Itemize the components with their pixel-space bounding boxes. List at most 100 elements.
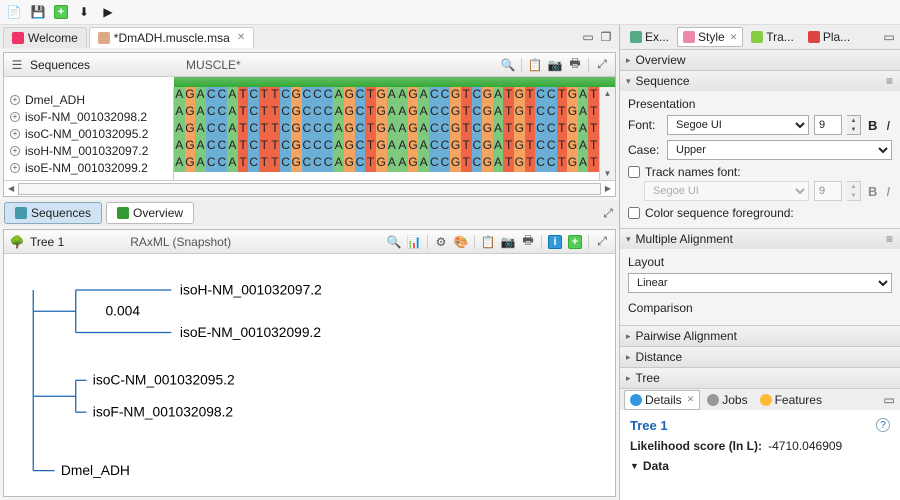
details-tabs: Details✕ Jobs Features ▭ — [620, 388, 900, 410]
track-names-label: Track names font: — [645, 165, 741, 179]
tab-sequences-view[interactable]: Sequences — [4, 202, 102, 224]
expand-icon[interactable]: + — [10, 112, 20, 122]
tab-style[interactable]: Style✕ — [677, 27, 743, 47]
chevron-down-icon: ▼ — [630, 461, 639, 471]
pane-title: Sequences — [30, 58, 90, 72]
sequence-names: +Dmel_ADH +isoF-NM_001032098.2 +isoC-NM_… — [4, 87, 174, 180]
expand-icon[interactable]: + — [10, 95, 20, 105]
zoom-icon[interactable]: 🔍 — [501, 58, 515, 72]
tree-canvas[interactable]: 0.004 isoH-NM_001032097.2 isoE-NM_001032… — [4, 254, 615, 496]
camera-icon[interactable]: 📷 — [501, 235, 515, 249]
bold-button[interactable]: B — [866, 118, 879, 133]
sequence-name-row[interactable]: +isoH-NM_001032097.2 — [4, 142, 173, 159]
font-label: Font: — [628, 118, 662, 132]
sequences-icon: ☰ — [10, 58, 24, 72]
top-toolbar: 📄 💾 + ⬇ ▶ — [0, 0, 900, 25]
font-size-input[interactable] — [814, 115, 842, 135]
tab-overview-view[interactable]: Overview — [106, 202, 194, 224]
font-select[interactable]: Segoe UI — [667, 115, 809, 135]
font-size-spinner[interactable]: ▲▼ — [847, 115, 861, 135]
score-label: Likelihood score (ln L): — [630, 439, 762, 453]
italic-button[interactable]: I — [884, 118, 892, 133]
tree-tip-label: isoF-NM_001032098.2 — [93, 403, 233, 419]
color-foreground-label: Color sequence foreground: — [645, 206, 794, 220]
expand-icon[interactable]: + — [10, 146, 20, 156]
horizontal-scrollbar[interactable]: ◀▶ — [4, 180, 615, 196]
expand-icon[interactable]: ⤢ — [601, 206, 615, 220]
export-icon[interactable]: 📋 — [528, 58, 542, 72]
minimize-icon[interactable]: ▭ — [882, 393, 896, 407]
tab-details[interactable]: Details✕ — [624, 390, 700, 410]
case-label: Case: — [628, 143, 662, 157]
chart-icon[interactable]: 📊 — [407, 235, 421, 249]
section-overview[interactable]: ▸Overview — [620, 50, 900, 70]
layout-select[interactable]: Linear — [628, 273, 892, 293]
layout-label: Layout — [628, 255, 892, 269]
tab-places[interactable]: Pla... — [802, 27, 856, 47]
section-pairwise[interactable]: ▸Pairwise Alignment — [620, 326, 900, 346]
sequence-alignment-view[interactable]: AGACCATCTTCGCCCAGCTGAAGACCGTCGATGTCCTGAT… — [174, 87, 599, 180]
zoom-icon[interactable]: 🔍 — [387, 235, 401, 249]
expand-icon[interactable]: + — [10, 163, 20, 173]
tab-file[interactable]: *DmADH.muscle.msa✕ — [89, 27, 254, 48]
case-select[interactable]: Upper — [667, 140, 892, 160]
minimize-icon[interactable]: ▭ — [882, 30, 896, 44]
tree-pane: 🌳 Tree 1 RAxML (Snapshot) 🔍 📊 ⚙ 🎨 📋 📷 🖶 — [3, 229, 616, 497]
section-menu-icon[interactable]: ≡ — [886, 74, 894, 88]
add-icon[interactable]: + — [54, 5, 68, 19]
close-icon[interactable]: ✕ — [687, 394, 695, 405]
tab-jobs[interactable]: Jobs — [702, 391, 752, 409]
view-tabs: Sequences Overview ⤢ — [0, 200, 619, 226]
tool-icon[interactable]: ▶ — [100, 4, 116, 20]
tab-welcome[interactable]: Welcome — [3, 27, 87, 48]
score-value: -4710.046909 — [768, 439, 842, 453]
track-names-checkbox[interactable] — [628, 166, 640, 178]
data-section-header[interactable]: ▼Data — [630, 459, 890, 473]
tab-explorer[interactable]: Ex... — [624, 27, 675, 47]
sequence-name-row[interactable]: +isoF-NM_001032098.2 — [4, 108, 173, 125]
export-icon[interactable]: 📋 — [481, 235, 495, 249]
italic-button[interactable]: I — [884, 184, 892, 199]
sequence-name-row[interactable]: +Dmel_ADH — [4, 91, 173, 108]
color-foreground-checkbox[interactable] — [628, 207, 640, 219]
tool-icon[interactable]: 📄 — [6, 4, 22, 20]
minimize-icon[interactable]: ▭ — [581, 30, 595, 44]
gear-icon[interactable]: ⚙ — [434, 235, 448, 249]
section-tree[interactable]: ▸Tree — [620, 368, 900, 388]
tree-tip-label: isoE-NM_001032099.2 — [180, 324, 321, 340]
track-font-size — [814, 181, 842, 201]
comparison-label: Comparison — [628, 301, 892, 315]
overview-bar[interactable] — [174, 77, 615, 87]
expand-icon[interactable]: + — [10, 129, 20, 139]
expand-icon[interactable]: ⤢ — [595, 235, 609, 249]
chevron-right-icon: ▸ — [626, 331, 631, 342]
section-multiple-alignment[interactable]: ▾Multiple Alignment≡ — [620, 229, 900, 249]
add-icon[interactable]: + — [568, 235, 582, 249]
help-icon[interactable]: ? — [876, 418, 890, 432]
print-icon[interactable]: 🖶 — [568, 58, 582, 72]
vertical-scrollbar[interactable]: ▲▼ — [599, 87, 615, 180]
camera-icon[interactable]: 📷 — [548, 58, 562, 72]
sequence-name-row[interactable]: +isoC-NM_001032095.2 — [4, 125, 173, 142]
maximize-icon[interactable]: ❐ — [599, 30, 613, 44]
print-icon[interactable]: 🖶 — [521, 235, 535, 249]
chevron-down-icon: ▾ — [626, 234, 631, 245]
info-icon[interactable]: i — [548, 235, 562, 249]
tool-icon[interactable]: ⬇ — [76, 4, 92, 20]
section-sequence[interactable]: ▾Sequence≡ — [620, 71, 900, 91]
chevron-right-icon: ▸ — [626, 55, 631, 66]
palette-icon[interactable]: 🎨 — [454, 235, 468, 249]
tool-icon[interactable]: 💾 — [30, 4, 46, 20]
expand-icon[interactable]: ⤢ — [595, 58, 609, 72]
tree-tip-label: Dmel_ADH — [61, 462, 130, 478]
pane-title: Tree 1 — [30, 235, 64, 249]
right-panel-tabs: Ex... Style✕ Tra... Pla... ▭ — [620, 25, 900, 49]
close-icon[interactable]: ✕ — [730, 32, 738, 43]
bold-button[interactable]: B — [866, 184, 879, 199]
tab-tracks[interactable]: Tra... — [745, 27, 800, 47]
sequence-name-row[interactable]: +isoE-NM_001032099.2 — [4, 159, 173, 176]
tab-features[interactable]: Features — [755, 391, 827, 409]
section-menu-icon[interactable]: ≡ — [886, 232, 894, 246]
section-distance[interactable]: ▸Distance — [620, 347, 900, 367]
close-icon[interactable]: ✕ — [237, 32, 245, 43]
